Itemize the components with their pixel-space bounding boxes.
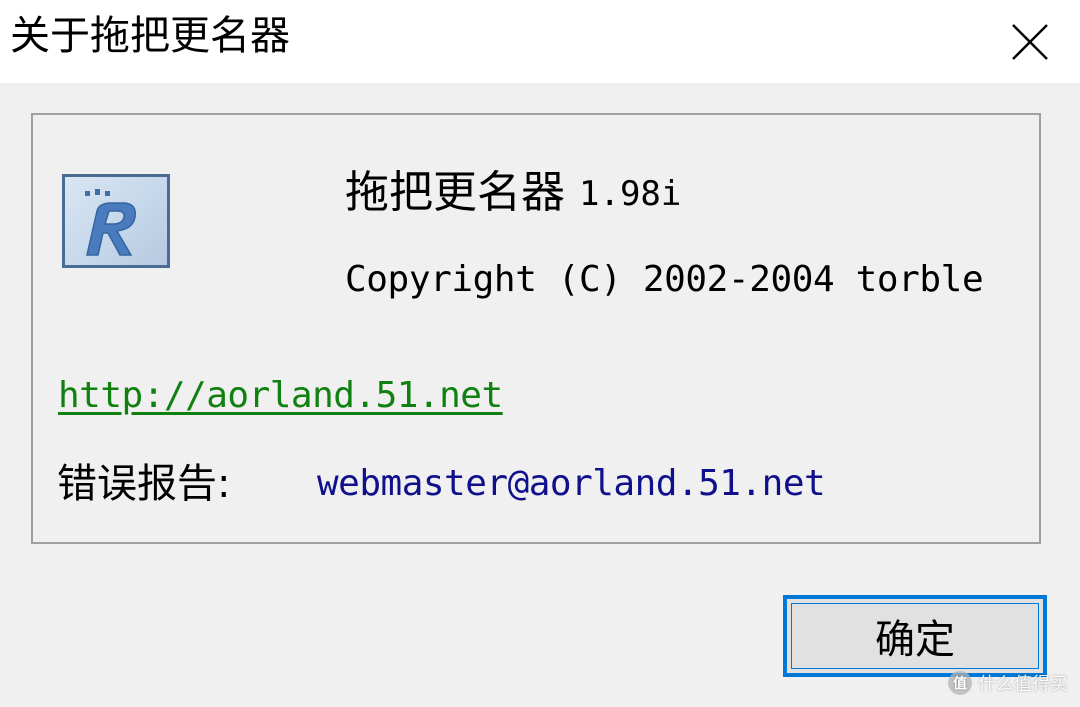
watermark-logo-icon: 值	[948, 671, 972, 695]
watermark-text: 什么值得买	[978, 674, 1068, 695]
ok-button-label: 确定	[875, 617, 955, 663]
app-name-version: 拖把更名器 1.98i	[345, 164, 681, 223]
website-link[interactable]: http://aorland.51.net	[58, 372, 503, 420]
app-version: 1.98i	[579, 174, 682, 214]
close-icon	[1012, 23, 1048, 60]
close-button[interactable]	[980, 0, 1080, 83]
ok-button[interactable]: 确定	[783, 595, 1047, 677]
app-logo-icon	[62, 174, 170, 268]
watermark: 值 什么值得买	[948, 670, 1068, 696]
app-name: 拖把更名器	[345, 167, 565, 218]
copyright-text: Copyright (C) 2002-2004 torble	[345, 259, 984, 300]
bug-report-label: 错误报告:	[57, 461, 231, 507]
window-title: 关于拖把更名器	[10, 13, 290, 59]
bug-report-email-link[interactable]: webmaster@aorland.51.net	[317, 460, 826, 508]
title-bar: 关于拖把更名器	[0, 0, 1080, 83]
